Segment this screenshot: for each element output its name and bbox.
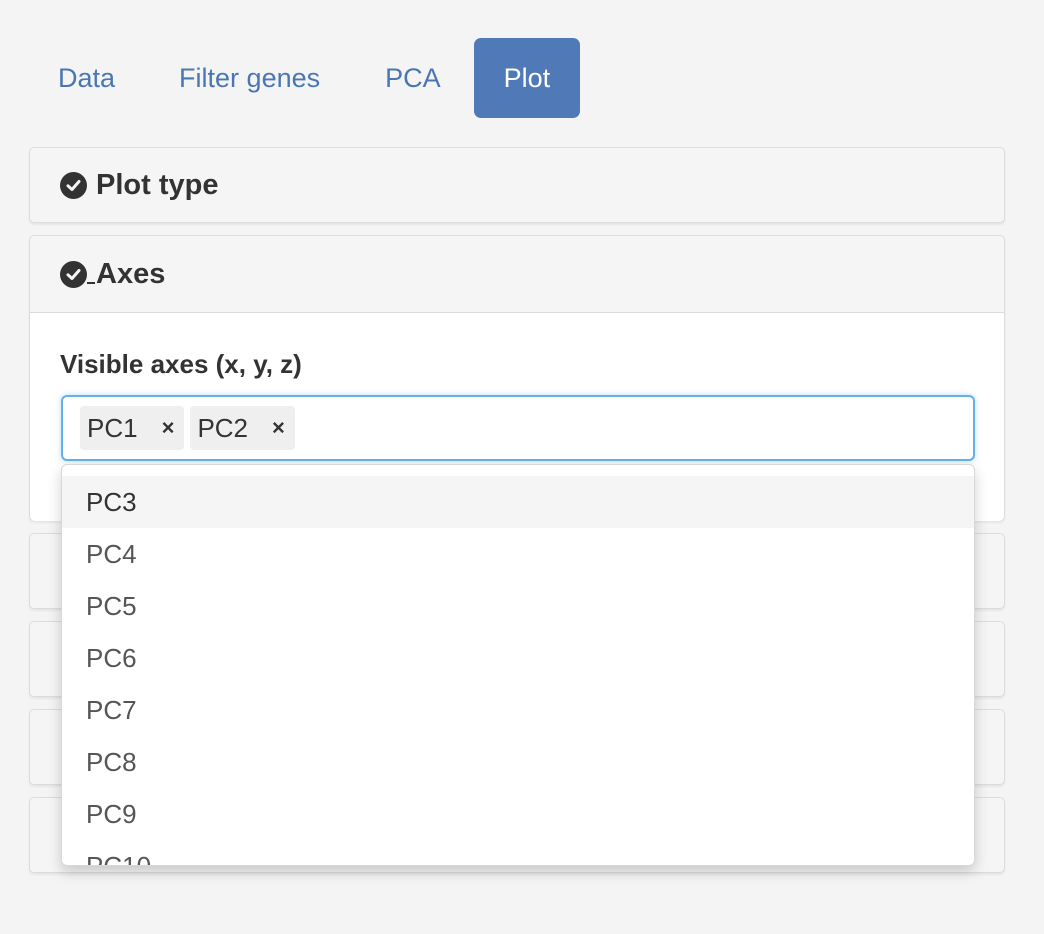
visible-axes-select[interactable]: PC1 × PC2 × [61, 395, 975, 461]
dropdown-option-pc5[interactable]: PC5 [62, 580, 974, 632]
check-circle-icon [60, 260, 87, 288]
dropdown-option-pc4[interactable]: PC4 [62, 528, 974, 580]
panel-axes-title: Axes [96, 257, 166, 290]
tab-filter-genes[interactable]: Filter genes [149, 38, 353, 118]
dropdown-option-pc10[interactable]: PC10 [62, 840, 974, 865]
dropdown-option-pc6[interactable]: PC6 [62, 632, 974, 684]
focus-underline [87, 264, 95, 284]
close-icon[interactable]: × [272, 415, 285, 441]
axes-dropdown-menu[interactable]: PC3 PC4 PC5 PC6 PC7 PC8 PC9 PC10 [61, 464, 975, 866]
tab-pca[interactable]: PCA [353, 38, 474, 118]
tab-data[interactable]: Data [30, 38, 149, 118]
selected-chip-pc2: PC2 × [190, 406, 295, 450]
tab-plot[interactable]: Plot [473, 38, 581, 118]
close-icon[interactable]: × [162, 415, 175, 441]
tab-bar: Data Filter genes PCA Plot [30, 38, 581, 118]
chip-label: PC1 [87, 412, 138, 443]
panel-axes-heading[interactable]: Axes [30, 236, 1004, 312]
selected-chip-pc1: PC1 × [80, 406, 185, 450]
panel-plot-type: Plot type [29, 147, 1005, 223]
visible-axes-label: Visible axes (x, y, z) [60, 349, 302, 379]
dropdown-option-pc3[interactable]: PC3 [62, 476, 974, 528]
panel-plot-type-title: Plot type [96, 168, 219, 201]
check-circle-icon [60, 171, 87, 199]
chip-label: PC2 [197, 412, 249, 443]
dropdown-option-pc9[interactable]: PC9 [62, 788, 974, 840]
panel-plot-type-heading[interactable]: Plot type [30, 148, 1004, 222]
dropdown-option-pc8[interactable]: PC8 [62, 736, 974, 788]
dropdown-option-pc7[interactable]: PC7 [62, 684, 974, 736]
page: Data Filter genes PCA Plot Plot type Axe… [0, 0, 1044, 934]
